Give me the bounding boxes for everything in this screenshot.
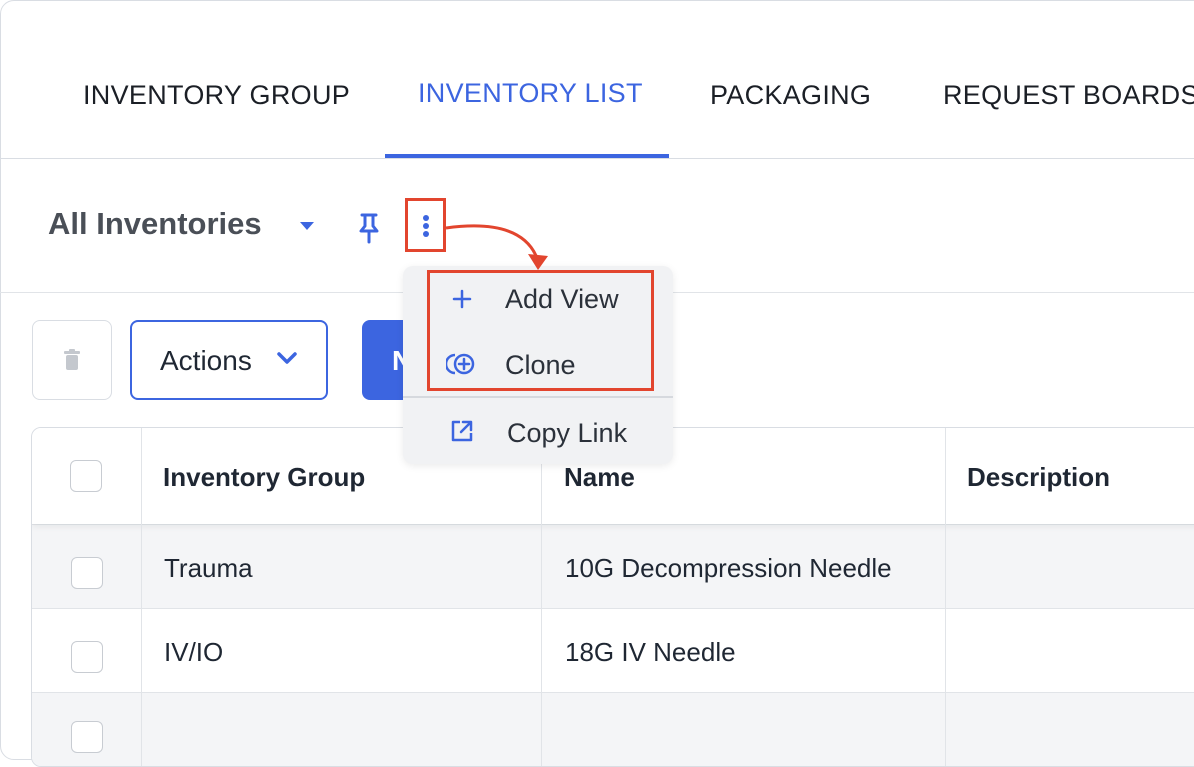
row-checkbox[interactable]: [71, 557, 103, 589]
actions-label: Actions: [160, 345, 252, 376]
cell-name: 18G IV Needle: [565, 637, 736, 667]
column-header-inventory-group[interactable]: Inventory Group: [163, 462, 365, 493]
view-title[interactable]: All Inventories: [48, 206, 262, 242]
menu-divider: [403, 396, 673, 398]
pin-icon[interactable]: [356, 212, 382, 244]
kebab-icon[interactable]: [416, 210, 436, 242]
row-checkbox[interactable]: [71, 641, 103, 673]
active-tab-indicator: [385, 154, 669, 158]
column-header-description[interactable]: Description: [967, 462, 1110, 493]
select-all-checkbox[interactable]: [70, 460, 102, 492]
trash-icon: [64, 349, 80, 370]
table-row[interactable]: IV/IO 18G IV Needle: [32, 608, 1194, 692]
tab-packaging[interactable]: PACKAGING: [710, 80, 871, 111]
tab-inventory-group[interactable]: INVENTORY GROUP: [83, 80, 350, 111]
column-divider: [541, 428, 542, 766]
column-divider: [141, 428, 142, 766]
inventory-table: Inventory Group Name Description Trauma …: [31, 427, 1194, 767]
chevron-down-icon: [277, 352, 297, 364]
cell-inventory-group: Trauma: [164, 553, 253, 583]
column-divider: [945, 428, 946, 766]
menu-item-copy-link-label: Copy Link: [507, 418, 628, 448]
caret-down-icon[interactable]: [300, 222, 314, 230]
table-row[interactable]: Trauma 10G Decompression Needle: [32, 524, 1194, 608]
external-link-icon: [451, 420, 473, 442]
column-header-name[interactable]: Name: [564, 462, 635, 493]
tab-bar: INVENTORY GROUP INVENTORY LIST PACKAGING…: [0, 0, 1194, 159]
menu-item-add-view-label: Add View: [505, 284, 619, 314]
tab-request-boards[interactable]: REQUEST BOARDS: [943, 80, 1194, 111]
cell-inventory-group: IV/IO: [164, 637, 224, 667]
clone-icon: [446, 353, 475, 375]
tab-inventory-list[interactable]: INVENTORY LIST: [418, 78, 643, 109]
plus-icon: [452, 289, 472, 309]
cell-name: 10G Decompression Needle: [565, 553, 892, 583]
table-row[interactable]: [32, 692, 1194, 766]
menu-item-clone-label: Clone: [505, 350, 576, 380]
